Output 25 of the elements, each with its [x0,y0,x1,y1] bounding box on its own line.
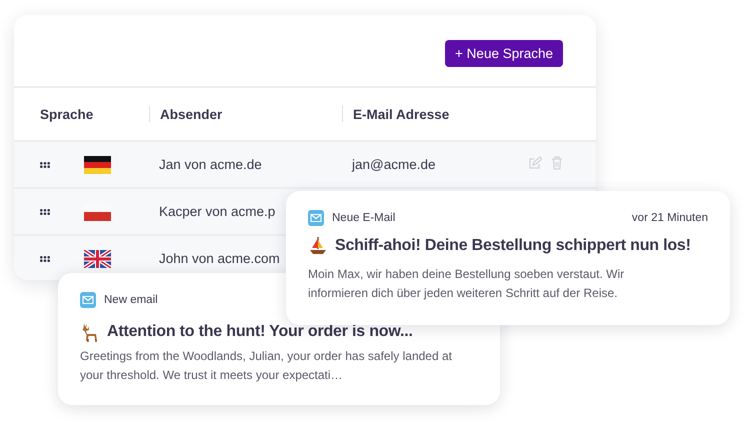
notification-time: vor 21 Minuten [632,212,708,224]
drag-handle-icon[interactable] [40,208,50,214]
sender-text: Jan von acme.de [159,157,262,172]
flag-icon [84,202,111,220]
mail-icon [80,292,96,308]
sender-text: John von acme.com [159,251,280,266]
notification-title: Attention to the hunt! Your order is now... [107,323,413,341]
notification-text: Moin Max, wir haben deine Bestellung soeben verstaut. Wir informieren dich über jeden weiteren Schritt auf der Reise. [308,266,626,302]
sender-text: Kacper von acme.p [159,204,276,219]
deer-icon [80,322,100,342]
flag-icon [84,156,111,174]
notification-title: Schiff-ahoi! Deine Bestellung schippert nun los! [335,237,691,255]
drag-handle-icon[interactable] [40,256,50,262]
sailboat-icon [308,236,328,256]
email-text: jan@acme.de [352,157,436,172]
flag-icon [84,250,111,268]
mail-icon [308,210,324,226]
column-header: Sprache [40,106,94,122]
notification-source: New email [104,294,158,306]
drag-handle-icon[interactable] [40,162,50,168]
column-header: E-Mail Adresse [353,106,450,122]
notification-source: Neue E-Mail [332,212,396,224]
column-header: Absender [160,106,222,122]
notification-text: Greetings from the Woodlands, Julian, your order has safely landed at your threshold. We trust it meets your expectati… [80,348,453,384]
add-language-button[interactable]: + Neue Sprache [445,40,563,67]
